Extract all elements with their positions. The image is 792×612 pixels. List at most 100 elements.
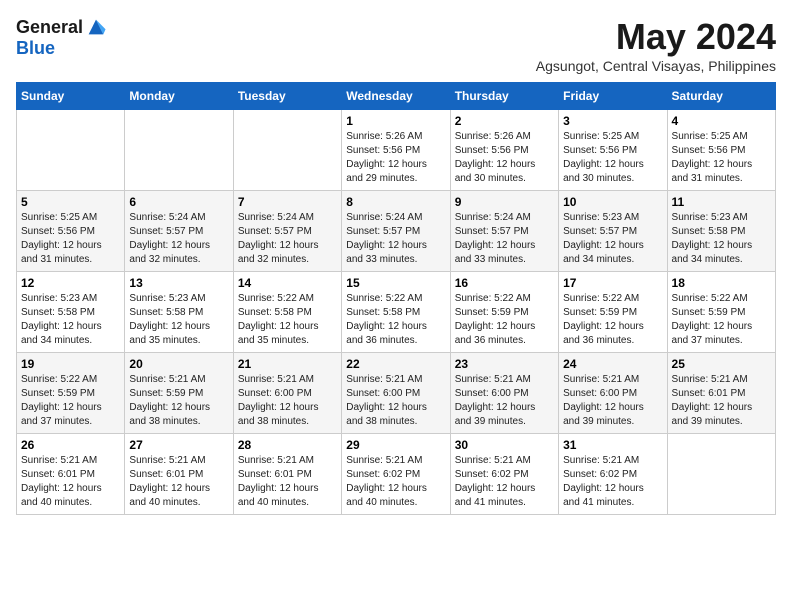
day-number: 23 xyxy=(455,357,554,371)
day-info: Sunrise: 5:21 AM Sunset: 6:01 PM Dayligh… xyxy=(21,454,120,510)
calendar-week-row: 12 Sunrise: 5:23 AM Sunset: 5:58 PM Dayli… xyxy=(17,272,776,353)
day-info: Sunrise: 5:23 AM Sunset: 5:58 PM Dayligh… xyxy=(129,292,228,348)
calendar-week-row: 5 Sunrise: 5:25 AM Sunset: 5:56 PM Daylig… xyxy=(17,191,776,272)
calendar-cell: 24Sunrise: 5:21 AM Sunset: 6:00 PM Dayli… xyxy=(559,353,667,434)
day-info: Sunrise: 5:21 AM Sunset: 6:00 PM Dayligh… xyxy=(238,373,337,429)
day-info: Sunrise: 5:21 AM Sunset: 6:02 PM Dayligh… xyxy=(563,454,662,510)
day-number: 16 xyxy=(455,276,554,290)
day-info: Sunrise: 5:22 AM Sunset: 5:59 PM Dayligh… xyxy=(563,292,662,348)
day-number: 26 xyxy=(21,438,120,452)
day-number: 3 xyxy=(563,114,662,128)
day-number: 10 xyxy=(563,195,662,209)
calendar-cell: 3 Sunrise: 5:25 AM Sunset: 5:56 PM Daylig… xyxy=(559,110,667,191)
calendar-cell: 9Sunrise: 5:24 AM Sunset: 5:57 PM Daylig… xyxy=(450,191,558,272)
calendar-cell: 23 Sunrise: 5:21 AM Sunset: 6:00 PM Dayli… xyxy=(450,353,558,434)
day-number: 2 xyxy=(455,114,554,128)
day-number: 12 xyxy=(21,276,120,290)
day-info: Sunrise: 5:21 AM Sunset: 6:01 PM Dayligh… xyxy=(129,454,228,510)
day-number: 31 xyxy=(563,438,662,452)
calendar-cell: 26 Sunrise: 5:21 AM Sunset: 6:01 PM Dayli… xyxy=(17,434,125,515)
calendar-cell: 5 Sunrise: 5:25 AM Sunset: 5:56 PM Daylig… xyxy=(17,191,125,272)
logo-blue-text: Blue xyxy=(16,38,55,59)
day-number: 28 xyxy=(238,438,337,452)
day-info: Sunrise: 5:21 AM Sunset: 6:01 PM Dayligh… xyxy=(672,373,771,429)
calendar-cell: 12 Sunrise: 5:23 AM Sunset: 5:58 PM Dayli… xyxy=(17,272,125,353)
day-info: Sunrise: 5:24 AM Sunset: 5:57 PM Dayligh… xyxy=(455,211,554,267)
day-number: 7 xyxy=(238,195,337,209)
day-info: Sunrise: 5:23 AM Sunset: 5:57 PM Dayligh… xyxy=(563,211,662,267)
calendar-cell xyxy=(667,434,775,515)
day-info: Sunrise: 5:21 AM Sunset: 5:59 PM Dayligh… xyxy=(129,373,228,429)
calendar-week-row: 26 Sunrise: 5:21 AM Sunset: 6:01 PM Dayli… xyxy=(17,434,776,515)
day-number: 20 xyxy=(129,357,228,371)
day-number: 25 xyxy=(672,357,771,371)
day-number: 5 xyxy=(21,195,120,209)
calendar-cell: 6Sunrise: 5:24 AM Sunset: 5:57 PM Daylig… xyxy=(125,191,233,272)
day-number: 29 xyxy=(346,438,445,452)
calendar-week-row: 1Sunrise: 5:26 AM Sunset: 5:56 PM Daylig… xyxy=(17,110,776,191)
calendar-cell xyxy=(233,110,341,191)
day-number: 27 xyxy=(129,438,228,452)
calendar-cell: 18Sunrise: 5:22 AM Sunset: 5:59 PM Dayli… xyxy=(667,272,775,353)
month-title: May 2024 xyxy=(536,16,776,58)
day-number: 30 xyxy=(455,438,554,452)
day-number: 6 xyxy=(129,195,228,209)
calendar-body: 1Sunrise: 5:26 AM Sunset: 5:56 PM Daylig… xyxy=(17,110,776,515)
day-info: Sunrise: 5:24 AM Sunset: 5:57 PM Dayligh… xyxy=(238,211,337,267)
day-info: Sunrise: 5:22 AM Sunset: 5:59 PM Dayligh… xyxy=(455,292,554,348)
day-info: Sunrise: 5:25 AM Sunset: 5:56 PM Dayligh… xyxy=(563,130,662,186)
day-info: Sunrise: 5:21 AM Sunset: 6:01 PM Dayligh… xyxy=(238,454,337,510)
day-number: 19 xyxy=(21,357,120,371)
location-title: Agsungot, Central Visayas, Philippines xyxy=(536,58,776,74)
day-info: Sunrise: 5:25 AM Sunset: 5:56 PM Dayligh… xyxy=(672,130,771,186)
day-number: 17 xyxy=(563,276,662,290)
calendar-cell: 2 Sunrise: 5:26 AM Sunset: 5:56 PM Daylig… xyxy=(450,110,558,191)
day-info: Sunrise: 5:21 AM Sunset: 6:02 PM Dayligh… xyxy=(346,454,445,510)
column-header-tuesday: Tuesday xyxy=(233,83,341,110)
calendar-cell: 20 Sunrise: 5:21 AM Sunset: 5:59 PM Dayli… xyxy=(125,353,233,434)
logo-icon xyxy=(85,16,107,38)
day-number: 14 xyxy=(238,276,337,290)
day-info: Sunrise: 5:26 AM Sunset: 5:56 PM Dayligh… xyxy=(455,130,554,186)
day-number: 8 xyxy=(346,195,445,209)
day-info: Sunrise: 5:23 AM Sunset: 5:58 PM Dayligh… xyxy=(672,211,771,267)
day-number: 22 xyxy=(346,357,445,371)
title-area: May 2024 Agsungot, Central Visayas, Phil… xyxy=(536,16,776,74)
header: General Blue May 2024 Agsungot, Central … xyxy=(16,16,776,74)
day-info: Sunrise: 5:24 AM Sunset: 5:57 PM Dayligh… xyxy=(346,211,445,267)
calendar-cell: 21Sunrise: 5:21 AM Sunset: 6:00 PM Dayli… xyxy=(233,353,341,434)
column-header-sunday: Sunday xyxy=(17,83,125,110)
calendar-cell: 27 Sunrise: 5:21 AM Sunset: 6:01 PM Dayli… xyxy=(125,434,233,515)
day-info: Sunrise: 5:23 AM Sunset: 5:58 PM Dayligh… xyxy=(21,292,120,348)
calendar-cell: 15Sunrise: 5:22 AM Sunset: 5:58 PM Dayli… xyxy=(342,272,450,353)
day-info: Sunrise: 5:21 AM Sunset: 6:00 PM Dayligh… xyxy=(346,373,445,429)
day-info: Sunrise: 5:22 AM Sunset: 5:58 PM Dayligh… xyxy=(238,292,337,348)
day-info: Sunrise: 5:21 AM Sunset: 6:00 PM Dayligh… xyxy=(455,373,554,429)
calendar-cell: 1Sunrise: 5:26 AM Sunset: 5:56 PM Daylig… xyxy=(342,110,450,191)
calendar-cell: 29 Sunrise: 5:21 AM Sunset: 6:02 PM Dayli… xyxy=(342,434,450,515)
calendar-cell: 17 Sunrise: 5:22 AM Sunset: 5:59 PM Dayli… xyxy=(559,272,667,353)
calendar-cell: 8 Sunrise: 5:24 AM Sunset: 5:57 PM Daylig… xyxy=(342,191,450,272)
calendar-cell: 11Sunrise: 5:23 AM Sunset: 5:58 PM Dayli… xyxy=(667,191,775,272)
calendar-header-row: SundayMondayTuesdayWednesdayThursdayFrid… xyxy=(17,83,776,110)
calendar-week-row: 19 Sunrise: 5:22 AM Sunset: 5:59 PM Dayli… xyxy=(17,353,776,434)
column-header-thursday: Thursday xyxy=(450,83,558,110)
day-number: 18 xyxy=(672,276,771,290)
calendar-table: SundayMondayTuesdayWednesdayThursdayFrid… xyxy=(16,82,776,515)
calendar-cell: 30 Sunrise: 5:21 AM Sunset: 6:02 PM Dayli… xyxy=(450,434,558,515)
calendar-cell: 19 Sunrise: 5:22 AM Sunset: 5:59 PM Dayli… xyxy=(17,353,125,434)
day-info: Sunrise: 5:25 AM Sunset: 5:56 PM Dayligh… xyxy=(21,211,120,267)
calendar-cell: 14 Sunrise: 5:22 AM Sunset: 5:58 PM Dayli… xyxy=(233,272,341,353)
calendar-cell: 22 Sunrise: 5:21 AM Sunset: 6:00 PM Dayli… xyxy=(342,353,450,434)
day-info: Sunrise: 5:21 AM Sunset: 6:02 PM Dayligh… xyxy=(455,454,554,510)
day-number: 24 xyxy=(563,357,662,371)
logo: General Blue xyxy=(16,16,107,59)
day-info: Sunrise: 5:22 AM Sunset: 5:59 PM Dayligh… xyxy=(21,373,120,429)
calendar-cell: 7 Sunrise: 5:24 AM Sunset: 5:57 PM Daylig… xyxy=(233,191,341,272)
column-header-monday: Monday xyxy=(125,83,233,110)
calendar-cell: 10 Sunrise: 5:23 AM Sunset: 5:57 PM Dayli… xyxy=(559,191,667,272)
calendar-cell xyxy=(125,110,233,191)
calendar-cell: 13 Sunrise: 5:23 AM Sunset: 5:58 PM Dayli… xyxy=(125,272,233,353)
day-info: Sunrise: 5:22 AM Sunset: 5:58 PM Dayligh… xyxy=(346,292,445,348)
day-number: 13 xyxy=(129,276,228,290)
